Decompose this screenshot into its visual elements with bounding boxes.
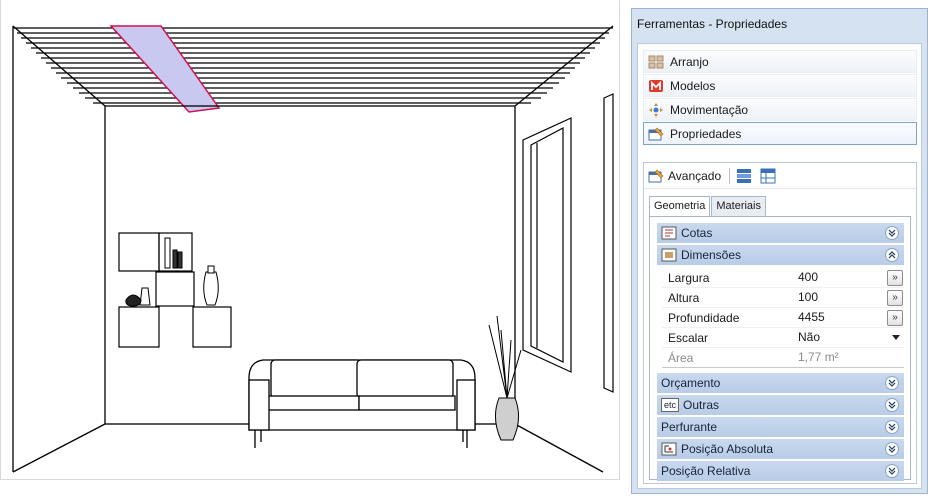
largura-expand-button[interactable]: »	[887, 270, 903, 286]
chevron-down-icon[interactable]	[885, 420, 899, 434]
property-row-largura: Largura 400 »	[662, 268, 904, 288]
group-label: Perfurante	[661, 420, 718, 434]
advanced-properties-box: Avançado Geometria Materiais Cotas Dimen…	[643, 162, 917, 484]
group-cotas[interactable]: Cotas	[657, 223, 904, 243]
tab-geometria[interactable]: Geometria	[649, 196, 711, 217]
section-label: Arranjo	[670, 54, 709, 69]
section-label: Propriedades	[670, 126, 742, 141]
move-icon	[648, 102, 664, 118]
dropdown-arrow-icon[interactable]	[892, 335, 900, 340]
etc-icon: etc	[661, 398, 679, 412]
group-perfurante[interactable]: Perfurante	[657, 417, 904, 437]
group-label: Posição Relativa	[661, 464, 751, 478]
property-name: Área	[668, 351, 694, 365]
chevron-down-icon[interactable]	[885, 442, 899, 456]
advanced-button[interactable]: Avançado	[668, 169, 721, 183]
group-orcamento[interactable]: Orçamento	[657, 373, 904, 393]
group-outras[interactable]: etc Outras	[657, 395, 904, 415]
tools-properties-panel: Ferramentas - Propriedades Arranjo Model…	[631, 8, 928, 494]
size-icon	[661, 248, 677, 262]
section-label: Modelos	[670, 78, 716, 93]
section-propriedades[interactable]: Propriedades	[643, 122, 917, 145]
chevron-down-icon[interactable]	[885, 226, 899, 240]
chevron-down-icon[interactable]	[885, 376, 899, 390]
property-row-altura: Altura 100 »	[662, 288, 904, 308]
group-label: Cotas	[681, 226, 713, 240]
advanced-toolbar: Avançado	[644, 163, 916, 189]
panel-title: Ferramentas - Propriedades	[637, 17, 788, 31]
ceiling-slats	[13, 27, 613, 104]
room-scene[interactable]	[1, 0, 621, 480]
geometry-tab-content: Cotas Dimensões Largura 400 » Altura 100…	[649, 216, 911, 481]
group-dimensoes[interactable]: Dimensões	[657, 245, 904, 265]
properties-icon	[648, 126, 664, 142]
models-icon	[648, 78, 664, 94]
section-modelos[interactable]: Modelos	[643, 74, 917, 97]
property-name: Profundidade	[668, 311, 740, 325]
property-row-area: Área 1,77 m²	[662, 348, 904, 368]
profundidade-input[interactable]: 4455	[795, 308, 885, 327]
section-movimentacao[interactable]: Movimentação	[643, 98, 917, 121]
sofa[interactable]	[248, 359, 476, 448]
group-label: Orçamento	[661, 376, 721, 390]
escalar-select[interactable]: Não	[795, 328, 899, 347]
chevron-up-icon[interactable]	[885, 248, 899, 262]
group-posicao-absoluta[interactable]: Posição Absoluta	[657, 439, 904, 459]
chevron-down-icon[interactable]	[885, 464, 899, 478]
altura-expand-button[interactable]: »	[887, 290, 903, 306]
categorized-view-icon[interactable]	[736, 168, 752, 184]
property-name: Altura	[668, 291, 700, 305]
position-icon	[661, 442, 677, 456]
table-view-icon[interactable]	[760, 168, 776, 184]
chevron-down-icon[interactable]	[885, 398, 899, 412]
property-name: Largura	[668, 271, 710, 285]
altura-input[interactable]: 100	[795, 288, 885, 307]
floor-vase[interactable]	[488, 315, 522, 441]
property-row-escalar: Escalar Não	[662, 328, 904, 348]
window	[522, 93, 614, 393]
area-value: 1,77 m²	[795, 348, 885, 367]
tab-strip: Geometria Materiais	[649, 196, 767, 217]
section-label: Movimentação	[670, 102, 749, 117]
group-label: Outras	[683, 398, 720, 412]
group-posicao-relativa[interactable]: Posição Relativa	[657, 461, 904, 481]
ceiling-beam[interactable]	[109, 25, 221, 113]
3d-viewport[interactable]	[0, 0, 620, 480]
section-arranjo[interactable]: Arranjo	[643, 50, 917, 73]
property-row-profundidade: Profundidade 4455 »	[662, 308, 904, 328]
group-label: Posição Absoluta	[681, 442, 774, 456]
arrange-icon	[648, 54, 664, 70]
tab-materiais[interactable]: Materiais	[711, 196, 766, 216]
toolbar-separator	[729, 167, 731, 184]
dimensions-icon	[661, 226, 677, 240]
group-label: Dimensões	[681, 248, 742, 262]
properties-icon[interactable]	[648, 168, 664, 184]
profundidade-expand-button[interactable]: »	[887, 310, 903, 326]
panel-content: Arranjo Modelos Movimentação Propriedade…	[637, 43, 922, 489]
largura-input[interactable]: 400	[795, 268, 885, 287]
property-name: Escalar	[668, 331, 709, 345]
